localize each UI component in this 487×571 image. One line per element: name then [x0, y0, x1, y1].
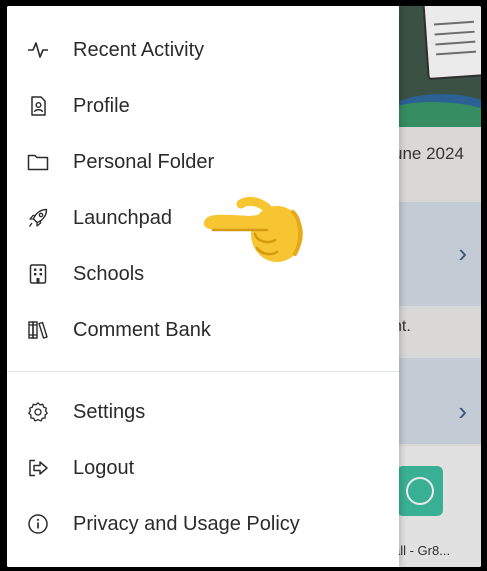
app-window: une 2024 › nt. › all - Gr8... Recent Act…: [7, 6, 481, 567]
activity-icon: [27, 39, 49, 61]
folder-icon: [27, 151, 49, 173]
menu-item-recent-activity[interactable]: Recent Activity: [7, 28, 399, 72]
menu-item-label: Profile: [73, 94, 130, 117]
gear-icon: [27, 401, 49, 423]
menu-item-label: Personal Folder: [73, 150, 215, 173]
books-icon: [27, 319, 49, 341]
menu-item-settings[interactable]: Settings: [7, 390, 399, 434]
info-icon: [27, 513, 49, 535]
building-icon: [27, 263, 49, 285]
menu-item-label: Privacy and Usage Policy: [73, 512, 300, 535]
menu-item-label: Launchpad: [73, 206, 172, 229]
menu-item-comment-bank[interactable]: Comment Bank: [7, 308, 399, 352]
drawer-scrim[interactable]: [393, 6, 481, 567]
rocket-icon: [27, 207, 49, 229]
menu-item-logout[interactable]: Logout: [7, 446, 399, 490]
menu-item-profile[interactable]: Profile: [7, 84, 399, 128]
menu-divider: [7, 371, 399, 372]
menu-item-label: Settings: [73, 400, 146, 423]
menu-item-label: Logout: [73, 456, 135, 479]
menu-item-personal-folder[interactable]: Personal Folder: [7, 140, 399, 184]
pointing-hand-emoji: [203, 196, 303, 262]
menu-item-label: Recent Activity: [73, 38, 205, 61]
menu-item-label: Comment Bank: [73, 318, 211, 341]
navigation-drawer: Recent Activity Profile Personal Folder …: [7, 6, 399, 567]
logout-icon: [27, 457, 49, 479]
profile-icon: [27, 95, 49, 117]
menu-item-privacy-policy[interactable]: Privacy and Usage Policy: [7, 502, 399, 546]
menu-item-label: Schools: [73, 262, 145, 285]
